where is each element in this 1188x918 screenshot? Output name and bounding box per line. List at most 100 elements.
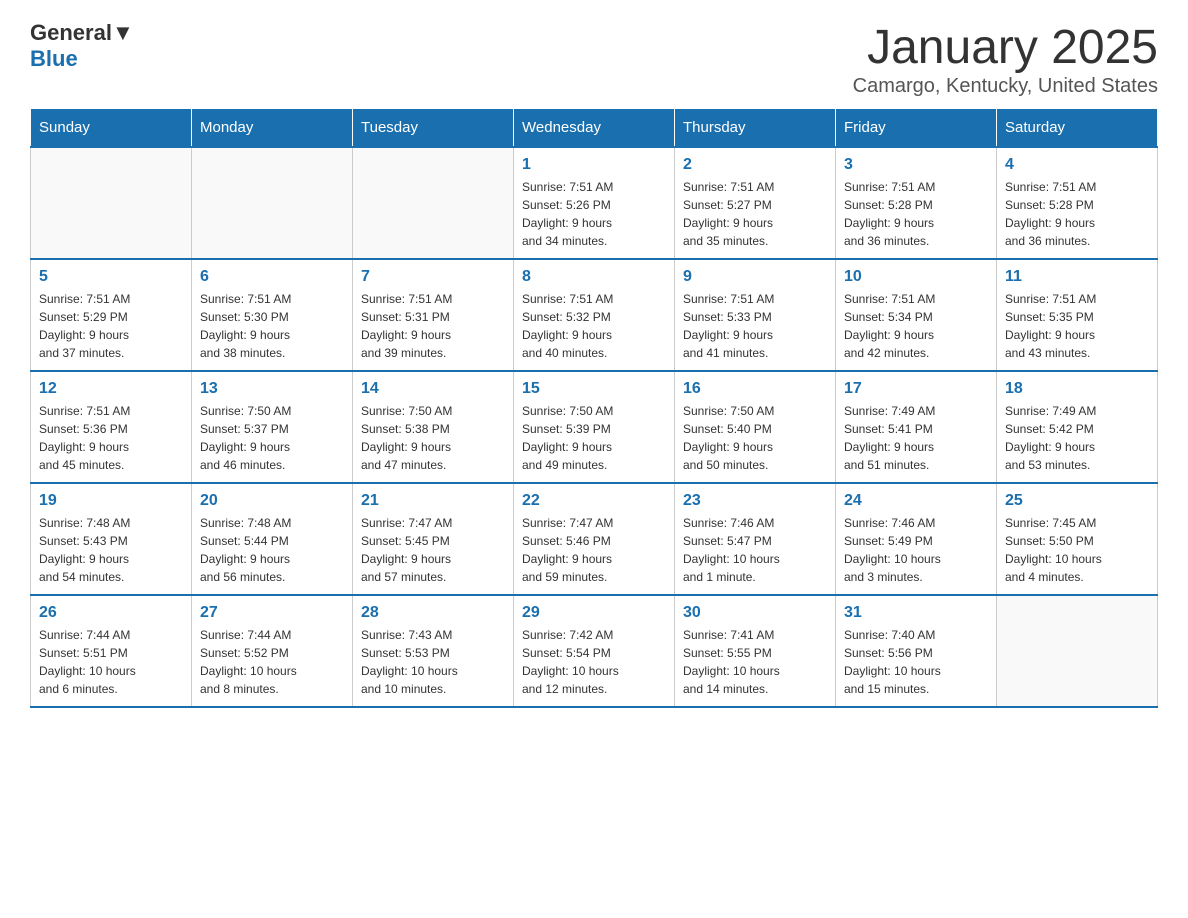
day-info: Sunrise: 7:46 AM Sunset: 5:49 PM Dayligh…	[844, 514, 988, 586]
calendar-week-row-1: 1Sunrise: 7:51 AM Sunset: 5:26 PM Daylig…	[31, 147, 1158, 259]
day-number: 24	[844, 492, 988, 510]
calendar-cell: 22Sunrise: 7:47 AM Sunset: 5:46 PM Dayli…	[514, 483, 675, 595]
calendar-cell: 16Sunrise: 7:50 AM Sunset: 5:40 PM Dayli…	[675, 371, 836, 483]
calendar-cell: 17 Sunrise: 7:49 AM Sunset: 5:41 PM Dayli…	[836, 371, 997, 483]
calendar-title: January 2025	[853, 20, 1158, 75]
calendar-cell: 12 Sunrise: 7:51 AM Sunset: 5:36 PM Dayli…	[31, 371, 192, 483]
page-header: General▼ Blue January 2025 Camargo, Kent…	[30, 20, 1158, 98]
day-info: Sunrise: 7:43 AM Sunset: 5:53 PM Dayligh…	[361, 626, 505, 698]
calendar-table: Sunday Monday Tuesday Wednesday Thursday…	[30, 108, 1158, 708]
calendar-cell: 28 Sunrise: 7:43 AM Sunset: 5:53 PM Dayli…	[353, 595, 514, 707]
calendar-cell: 30Sunrise: 7:41 AM Sunset: 5:55 PM Dayli…	[675, 595, 836, 707]
day-number: 21	[361, 492, 505, 510]
day-number: 9	[683, 268, 827, 286]
day-number: 30	[683, 604, 827, 622]
col-friday: Friday	[836, 109, 997, 148]
day-info: Sunrise: 7:47 AM Sunset: 5:45 PM Dayligh…	[361, 514, 505, 586]
day-info: Sunrise: 7:50 AM Sunset: 5:38 PM Dayligh…	[361, 402, 505, 474]
day-number: 20	[200, 492, 344, 510]
day-number: 19	[39, 492, 183, 510]
calendar-subtitle: Camargo, Kentucky, United States	[853, 75, 1158, 98]
calendar-cell: 24 Sunrise: 7:46 AM Sunset: 5:49 PM Dayli…	[836, 483, 997, 595]
day-number: 8	[522, 268, 666, 286]
calendar-week-row-5: 26 Sunrise: 7:44 AM Sunset: 5:51 PM Dayli…	[31, 595, 1158, 707]
calendar-cell	[353, 147, 514, 259]
day-number: 28	[361, 604, 505, 622]
calendar-cell: 13 Sunrise: 7:50 AM Sunset: 5:37 PM Dayli…	[192, 371, 353, 483]
day-info: Sunrise: 7:51 AM Sunset: 5:35 PM Dayligh…	[1005, 290, 1149, 362]
day-number: 11	[1005, 268, 1149, 286]
calendar-cell: 21 Sunrise: 7:47 AM Sunset: 5:45 PM Dayli…	[353, 483, 514, 595]
col-sunday: Sunday	[31, 109, 192, 148]
col-monday: Monday	[192, 109, 353, 148]
calendar-cell: 7 Sunrise: 7:51 AM Sunset: 5:31 PM Daylig…	[353, 259, 514, 371]
day-info: Sunrise: 7:51 AM Sunset: 5:32 PM Dayligh…	[522, 290, 666, 362]
day-info: Sunrise: 7:50 AM Sunset: 5:37 PM Dayligh…	[200, 402, 344, 474]
calendar-cell: 1Sunrise: 7:51 AM Sunset: 5:26 PM Daylig…	[514, 147, 675, 259]
day-info: Sunrise: 7:51 AM Sunset: 5:31 PM Dayligh…	[361, 290, 505, 362]
calendar-cell: 29Sunrise: 7:42 AM Sunset: 5:54 PM Dayli…	[514, 595, 675, 707]
calendar-cell	[997, 595, 1158, 707]
day-info: Sunrise: 7:51 AM Sunset: 5:33 PM Dayligh…	[683, 290, 827, 362]
day-number: 27	[200, 604, 344, 622]
calendar-week-row-4: 19 Sunrise: 7:48 AM Sunset: 5:43 PM Dayli…	[31, 483, 1158, 595]
day-number: 18	[1005, 380, 1149, 398]
calendar-cell: 31 Sunrise: 7:40 AM Sunset: 5:56 PM Dayli…	[836, 595, 997, 707]
day-info: Sunrise: 7:44 AM Sunset: 5:51 PM Dayligh…	[39, 626, 183, 698]
day-number: 26	[39, 604, 183, 622]
day-info: Sunrise: 7:51 AM Sunset: 5:26 PM Dayligh…	[522, 178, 666, 250]
day-info: Sunrise: 7:48 AM Sunset: 5:43 PM Dayligh…	[39, 514, 183, 586]
calendar-week-row-2: 5Sunrise: 7:51 AM Sunset: 5:29 PM Daylig…	[31, 259, 1158, 371]
day-info: Sunrise: 7:48 AM Sunset: 5:44 PM Dayligh…	[200, 514, 344, 586]
day-number: 17	[844, 380, 988, 398]
calendar-cell: 25 Sunrise: 7:45 AM Sunset: 5:50 PM Dayli…	[997, 483, 1158, 595]
day-number: 12	[39, 380, 183, 398]
day-number: 7	[361, 268, 505, 286]
day-number: 5	[39, 268, 183, 286]
calendar-cell: 11 Sunrise: 7:51 AM Sunset: 5:35 PM Dayli…	[997, 259, 1158, 371]
calendar-cell: 5Sunrise: 7:51 AM Sunset: 5:29 PM Daylig…	[31, 259, 192, 371]
calendar-cell: 9 Sunrise: 7:51 AM Sunset: 5:33 PM Daylig…	[675, 259, 836, 371]
day-number: 25	[1005, 492, 1149, 510]
day-info: Sunrise: 7:46 AM Sunset: 5:47 PM Dayligh…	[683, 514, 827, 586]
calendar-header-row: Sunday Monday Tuesday Wednesday Thursday…	[31, 109, 1158, 148]
calendar-week-row-3: 12 Sunrise: 7:51 AM Sunset: 5:36 PM Dayli…	[31, 371, 1158, 483]
day-number: 13	[200, 380, 344, 398]
day-info: Sunrise: 7:51 AM Sunset: 5:36 PM Dayligh…	[39, 402, 183, 474]
calendar-cell: 2 Sunrise: 7:51 AM Sunset: 5:27 PM Daylig…	[675, 147, 836, 259]
calendar-cell	[31, 147, 192, 259]
calendar-cell: 4 Sunrise: 7:51 AM Sunset: 5:28 PM Daylig…	[997, 147, 1158, 259]
day-info: Sunrise: 7:50 AM Sunset: 5:39 PM Dayligh…	[522, 402, 666, 474]
day-number: 16	[683, 380, 827, 398]
col-thursday: Thursday	[675, 109, 836, 148]
day-number: 2	[683, 156, 827, 174]
day-number: 31	[844, 604, 988, 622]
calendar-cell: 15 Sunrise: 7:50 AM Sunset: 5:39 PM Dayli…	[514, 371, 675, 483]
calendar-cell: 19 Sunrise: 7:48 AM Sunset: 5:43 PM Dayli…	[31, 483, 192, 595]
logo: General▼ Blue	[30, 20, 134, 72]
day-number: 6	[200, 268, 344, 286]
day-number: 29	[522, 604, 666, 622]
logo-general: General	[30, 20, 112, 45]
calendar-cell: 26 Sunrise: 7:44 AM Sunset: 5:51 PM Dayli…	[31, 595, 192, 707]
day-info: Sunrise: 7:49 AM Sunset: 5:42 PM Dayligh…	[1005, 402, 1149, 474]
calendar-cell: 6 Sunrise: 7:51 AM Sunset: 5:30 PM Daylig…	[192, 259, 353, 371]
title-block: January 2025 Camargo, Kentucky, United S…	[853, 20, 1158, 98]
day-info: Sunrise: 7:40 AM Sunset: 5:56 PM Dayligh…	[844, 626, 988, 698]
day-info: Sunrise: 7:44 AM Sunset: 5:52 PM Dayligh…	[200, 626, 344, 698]
calendar-cell: 3Sunrise: 7:51 AM Sunset: 5:28 PM Daylig…	[836, 147, 997, 259]
day-info: Sunrise: 7:51 AM Sunset: 5:28 PM Dayligh…	[1005, 178, 1149, 250]
day-number: 4	[1005, 156, 1149, 174]
day-info: Sunrise: 7:51 AM Sunset: 5:28 PM Dayligh…	[844, 178, 988, 250]
calendar-cell: 20 Sunrise: 7:48 AM Sunset: 5:44 PM Dayli…	[192, 483, 353, 595]
day-info: Sunrise: 7:51 AM Sunset: 5:34 PM Dayligh…	[844, 290, 988, 362]
day-info: Sunrise: 7:45 AM Sunset: 5:50 PM Dayligh…	[1005, 514, 1149, 586]
calendar-cell	[192, 147, 353, 259]
day-info: Sunrise: 7:51 AM Sunset: 5:27 PM Dayligh…	[683, 178, 827, 250]
calendar-cell: 10 Sunrise: 7:51 AM Sunset: 5:34 PM Dayli…	[836, 259, 997, 371]
day-info: Sunrise: 7:49 AM Sunset: 5:41 PM Dayligh…	[844, 402, 988, 474]
col-saturday: Saturday	[997, 109, 1158, 148]
day-info: Sunrise: 7:51 AM Sunset: 5:30 PM Dayligh…	[200, 290, 344, 362]
day-number: 15	[522, 380, 666, 398]
day-number: 10	[844, 268, 988, 286]
